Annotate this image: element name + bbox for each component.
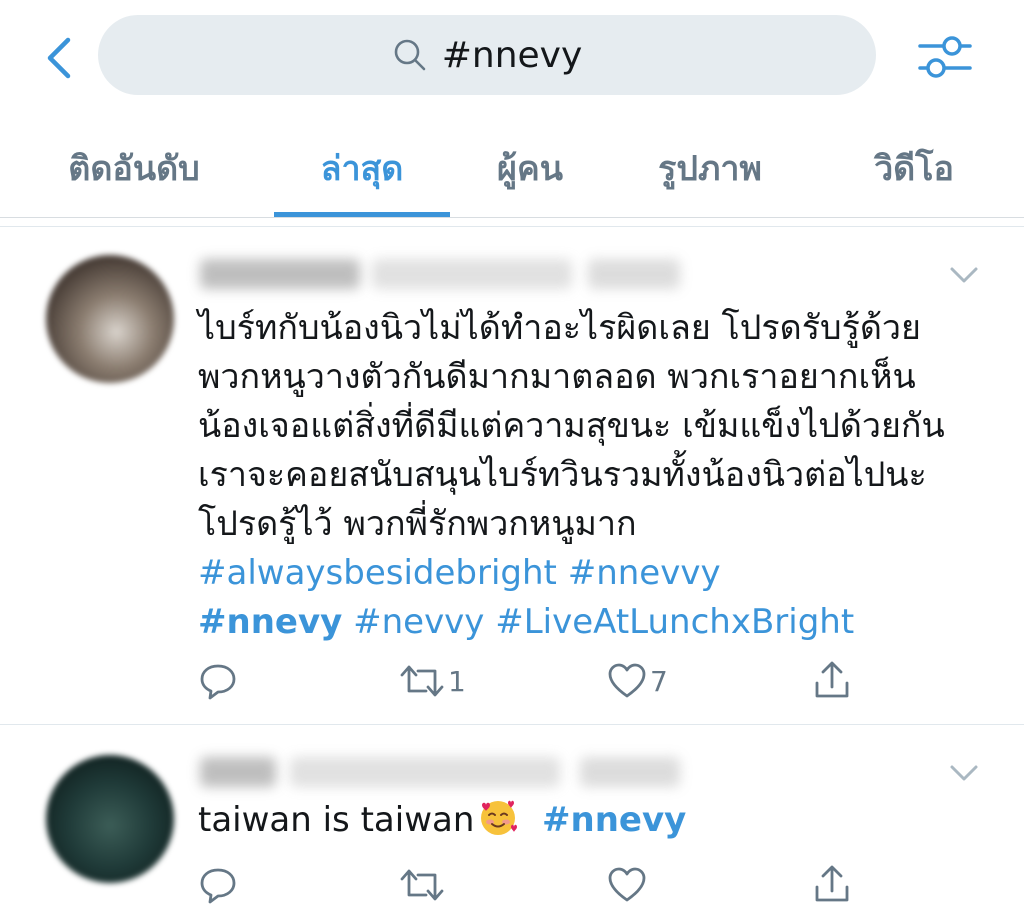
heart-icon (608, 663, 646, 698)
display-name-blurred (200, 757, 276, 787)
username-blurred (290, 757, 560, 787)
search-icon (394, 39, 426, 71)
username-blurred (372, 259, 572, 289)
tab-latest[interactable]: ล่าสุด (274, 118, 450, 218)
filter-sliders-icon (918, 36, 972, 78)
back-button[interactable] (38, 30, 82, 86)
hashtag-link-highlighted[interactable]: #nnevy (542, 800, 686, 840)
reply-icon (200, 868, 236, 904)
tab-videos[interactable]: วิดีโอ (854, 118, 974, 218)
avatar[interactable] (46, 755, 174, 883)
tweet-text: taiwan is taiwan (198, 800, 475, 840)
tweet-text-line: โปรดรู้ไว้ พวกพี่รักพวกหนูมาก (198, 504, 637, 544)
reply-button[interactable] (198, 865, 238, 905)
chevron-down-icon[interactable] (948, 263, 980, 287)
retweet-icon (400, 665, 444, 697)
hashtag-link[interactable]: #LiveAtLunchxBright (495, 602, 854, 642)
filter-button[interactable] (912, 28, 976, 84)
display-name-blurred (200, 259, 360, 289)
hashtag-link-highlighted[interactable]: #nnevy (198, 602, 342, 642)
avatar[interactable] (46, 255, 174, 383)
tweet-text-line: พวกหนูวางตัวกันดีมากมาตลอด พวกเราอยากเห็… (198, 357, 916, 397)
tweet-card[interactable]: taiwan is taiwan #nnevy (0, 725, 1024, 923)
hashtag-link[interactable]: #alwaysbesidebright (198, 553, 557, 593)
smiling-face-with-hearts-emoji (481, 800, 518, 835)
tweet-body: taiwan is taiwan #nnevy (198, 795, 998, 845)
share-button[interactable] (812, 659, 852, 701)
like-count: 7 (650, 664, 668, 698)
active-tab-indicator (274, 212, 450, 217)
retweet-button[interactable]: 1 (398, 661, 466, 701)
tab-top[interactable]: ติดอันดับ (44, 118, 224, 218)
chevron-down-icon[interactable] (948, 761, 980, 785)
search-field[interactable]: #nnevy (98, 15, 876, 95)
tweet-card[interactable]: ไบร์ทกับน้องนิวไม่ได้ทำอะไรผิดเลย โปรดรั… (0, 227, 1024, 724)
reply-icon (200, 664, 236, 700)
hashtag-link[interactable]: #nevvy (353, 602, 484, 642)
tweet-text-line: น้องเจอแต่สิ่งที่ดีมีแต่ความสุขนะ เข้มแข… (198, 406, 945, 446)
search-tabs: ติดอันดับ ล่าสุด ผู้คน รูปภาพ วิดีโอ (0, 118, 1024, 218)
retweet-button[interactable] (398, 865, 446, 905)
retweet-count: 1 (448, 664, 466, 698)
share-icon (815, 661, 849, 698)
top-bar: #nnevy (0, 0, 1024, 118)
reply-button[interactable] (198, 661, 238, 701)
tweet-text-line: เราจะคอยสนับสนุนไบร์ทวินรวมทั้งน้องนิวต่… (198, 455, 927, 495)
share-icon (815, 865, 849, 902)
tweet-body: ไบร์ทกับน้องนิวไม่ได้ทำอะไรผิดเลย โปรดรั… (198, 304, 998, 647)
share-button[interactable] (812, 863, 852, 905)
timestamp-blurred (588, 259, 680, 289)
tweet-text-line: ไบร์ทกับน้องนิวไม่ได้ทำอะไรผิดเลย โปรดรั… (198, 308, 921, 348)
chevron-left-icon (47, 37, 71, 79)
heart-icon (608, 867, 646, 902)
search-query: #nnevy (441, 34, 583, 76)
like-button[interactable] (606, 865, 648, 905)
timestamp-blurred (580, 757, 680, 787)
tab-people[interactable]: ผู้คน (470, 118, 590, 218)
retweet-icon (400, 869, 444, 901)
hashtag-link[interactable]: #nnevvy (568, 553, 721, 593)
tab-photos[interactable]: รูปภาพ (630, 118, 790, 218)
hashtag-line: #nnevy #nevvy #LiveAtLunchxBright (198, 598, 998, 647)
hashtag-line: #alwaysbesidebright #nnevvy (198, 549, 998, 598)
like-button[interactable]: 7 (606, 661, 668, 701)
